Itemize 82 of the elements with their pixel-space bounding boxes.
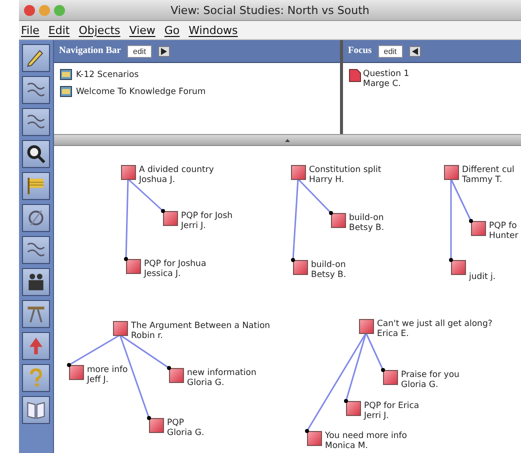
tool-button[interactable] — [22, 268, 50, 296]
grip-icon — [285, 138, 290, 142]
note-icon[interactable] — [291, 165, 306, 180]
note-icon[interactable] — [293, 260, 308, 275]
minimize-button[interactable] — [39, 4, 50, 16]
note-title[interactable]: A divided country — [139, 165, 214, 175]
note-icon — [349, 69, 361, 82]
note-author: Gloria G. — [187, 378, 226, 388]
note-icon[interactable] — [331, 213, 346, 228]
note-title[interactable]: Can't we just all get along? — [377, 319, 492, 329]
note-icon[interactable] — [444, 165, 459, 180]
note-title[interactable]: PQP — [167, 418, 204, 428]
note-title[interactable]: Praise for you — [401, 370, 460, 380]
note-title[interactable]: Different cul — [462, 165, 514, 175]
note-icon[interactable] — [169, 368, 184, 383]
edit-button[interactable]: edit — [378, 44, 403, 58]
view-link[interactable]: K-12 Scenarios — [76, 70, 139, 80]
tool-button[interactable] — [22, 140, 50, 168]
triangle-icon — [412, 48, 418, 54]
note-author: Monica M. — [325, 441, 369, 451]
note-title[interactable]: PQP for Erica — [364, 401, 420, 411]
note-title[interactable]: new information — [187, 368, 256, 378]
tool-button[interactable] — [22, 396, 50, 424]
note-icon[interactable] — [163, 211, 178, 226]
view-icon — [60, 69, 72, 80]
collapse-button[interactable] — [408, 46, 421, 56]
panel-title: Navigation Bar — [59, 46, 122, 56]
menu-item[interactable]: View — [129, 24, 156, 36]
menu-item[interactable]: Go — [164, 24, 180, 36]
magnifier-icon — [25, 143, 47, 165]
menu-item[interactable]: Edit — [48, 24, 70, 36]
note-icon[interactable] — [383, 370, 398, 385]
note-icon[interactable] — [149, 418, 164, 433]
triangle-icon — [160, 48, 167, 54]
note-title[interactable]: You need more info — [325, 431, 407, 441]
view-icon — [60, 86, 72, 97]
note-icon[interactable] — [126, 259, 141, 274]
note-icon[interactable] — [113, 321, 128, 336]
note-title[interactable]: PQP fo — [489, 221, 518, 231]
note-icon[interactable] — [69, 365, 84, 380]
note-author: Jeff J. — [87, 375, 110, 385]
menu-item[interactable]: Windows — [188, 24, 238, 36]
note-title[interactable]: build-on — [349, 213, 384, 223]
note-icon[interactable] — [346, 401, 361, 416]
note-title[interactable]: PQP for Joshua — [144, 259, 206, 269]
note-author: Jerri J. — [364, 411, 390, 421]
note-author: Betsy B. — [349, 223, 384, 233]
tool-button[interactable] — [22, 44, 50, 72]
note-title[interactable]: PQP for Josh — [181, 211, 233, 221]
zoom-button[interactable] — [54, 4, 65, 16]
view-link[interactable]: Welcome To Knowledge Forum — [76, 86, 206, 96]
note-author: Tammy T. — [462, 175, 504, 185]
note-author: Betsy B. — [311, 270, 346, 280]
note-title[interactable]: Constitution split — [309, 165, 382, 175]
note-author: Robin r. — [131, 331, 164, 341]
note-author: judit j. — [469, 272, 496, 282]
note-title[interactable]: build-on — [311, 260, 346, 270]
menu-item[interactable]: Objects — [78, 24, 120, 36]
note-icon[interactable] — [307, 431, 322, 446]
note-author: Jerri J. — [181, 221, 207, 231]
note-icon[interactable] — [359, 319, 374, 334]
note-author: Harry H. — [309, 175, 346, 185]
note-icon[interactable] — [471, 221, 486, 236]
note-author: Hunter — [489, 231, 518, 241]
menu-item[interactable]: File — [21, 24, 40, 36]
close-button[interactable] — [24, 4, 35, 16]
note-author: Jessica J. — [144, 269, 182, 279]
note-title[interactable]: Question 1 — [363, 69, 410, 79]
note-author: Marge C. — [363, 79, 402, 89]
note-icon[interactable] — [121, 165, 136, 180]
panel-title: Focus — [348, 46, 372, 56]
note-author: Gloria G. — [167, 428, 204, 438]
window-title: View: Social Studies: North vs South — [170, 4, 370, 16]
note-author: Joshua J. — [139, 175, 176, 185]
note-title[interactable]: The Argument Between a Nation — [131, 321, 270, 331]
note-title[interactable]: more info — [87, 365, 128, 375]
expand-button[interactable] — [158, 46, 170, 56]
note-author: Erica E. — [377, 329, 410, 339]
edit-button[interactable]: edit — [127, 44, 152, 58]
note-icon[interactable] — [451, 260, 466, 275]
book-icon — [25, 399, 47, 421]
note-author: Gloria G. — [401, 380, 440, 390]
